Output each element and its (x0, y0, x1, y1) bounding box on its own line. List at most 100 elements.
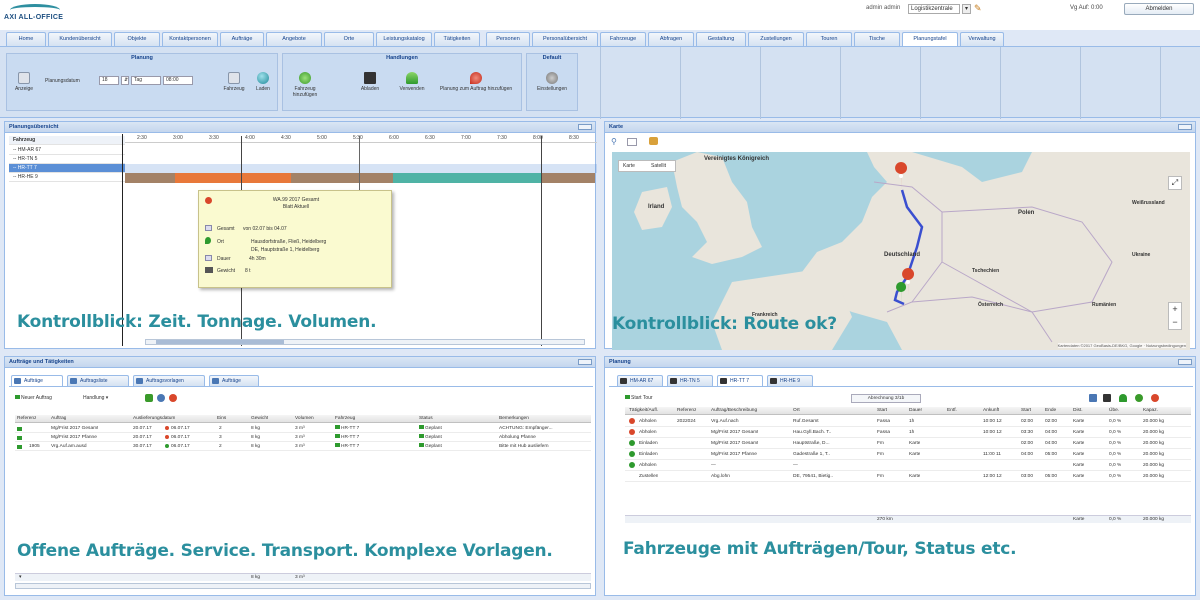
window-controls-icon[interactable] (578, 359, 592, 365)
tab-personaluebersicht[interactable]: Personalübersicht (532, 32, 598, 46)
fahrzeug-button[interactable]: Fahrzeug (221, 72, 247, 92)
tab-gestaltung[interactable]: Gestaltung (696, 32, 746, 46)
orders-scrollbar[interactable] (15, 583, 591, 589)
column-header[interactable]: Bemerkungen (499, 415, 529, 423)
subtab-vehicle[interactable]: HR-HE 9 (767, 375, 813, 386)
day-combo[interactable]: 18 (99, 76, 119, 85)
subtab-vehicle[interactable]: HM-AR 67 (617, 375, 663, 386)
new-order-button[interactable]: Neuer Auftrag (15, 395, 52, 401)
verwenden-button[interactable]: Verwenden (397, 72, 427, 92)
start-tour-button[interactable]: Start Tour (625, 395, 653, 401)
window-controls-icon[interactable] (1178, 124, 1192, 130)
planung-auftrag-button[interactable]: Planung zum Auftrag hinzufügen (433, 72, 519, 92)
table-row[interactable]: Abholen — — Karte 0,0 % 20.000 kg (625, 460, 1191, 471)
logout-button[interactable]: Abmelden (1124, 3, 1194, 15)
handlung-dropdown[interactable]: Handlung ▾ (83, 395, 108, 401)
check-icon[interactable] (1135, 394, 1143, 402)
column-header[interactable]: Dauer (909, 407, 922, 415)
column-header[interactable]: Start (877, 407, 887, 415)
scrollbar-thumb[interactable] (156, 340, 284, 344)
tab-orte[interactable]: Orte (324, 32, 374, 46)
column-header[interactable]: Ankunft (983, 407, 999, 415)
tab-zustellungen[interactable]: Zustellungen (748, 32, 804, 46)
column-header[interactable]: Referenz (677, 407, 696, 415)
table-row[interactable]: Abholen 2022024 Vrg.Auf.nach Ruf.Gesamt Fass… (625, 416, 1191, 427)
tab-verwaltung[interactable]: Verwaltung (960, 32, 1004, 46)
tab-objekte[interactable]: Objekte (114, 32, 160, 46)
time-combo[interactable]: 08:00 (163, 76, 193, 85)
delete-icon[interactable] (1151, 394, 1159, 402)
delete-icon[interactable] (169, 394, 177, 402)
table-row[interactable]: Mg/Frist 2017 Pfanne 20.07.17 06.07.17 3… (15, 433, 591, 442)
gantt-vehicle-row[interactable]: -- HM-AR 67 (9, 146, 125, 155)
subtab-vehicle[interactable]: HR-TN 5 (667, 375, 713, 386)
gantt-vehicle-row[interactable]: -- HR-HE 9 (9, 173, 125, 182)
gantt-bar-loading[interactable] (175, 173, 291, 183)
subtab-auftragsliste[interactable]: Auftragsliste (67, 375, 129, 386)
window-controls-icon[interactable] (1178, 359, 1192, 365)
column-header[interactable]: Referenz (17, 415, 36, 423)
column-header[interactable]: Start (1021, 407, 1031, 415)
column-header[interactable]: Dist. (1073, 407, 1083, 415)
table-row[interactable]: 1905 Vrg.Auf.am.ausd 30.07.17 06.07.17 2… (15, 442, 591, 451)
subtab-auftraege-2[interactable]: Aufträge (209, 375, 259, 386)
tab-fahrzeuge[interactable]: Fahrzeuge (600, 32, 646, 46)
column-header[interactable]: Volumen (295, 415, 314, 423)
column-header[interactable]: Eins (217, 415, 226, 423)
app-logo[interactable]: AXI ALL-OFFICE (4, 4, 66, 24)
gantt-bar-driving[interactable] (125, 173, 175, 183)
column-header[interactable]: Status (419, 415, 433, 423)
arrows-icon[interactable]: ⇵ (121, 76, 129, 85)
up-icon[interactable] (1089, 394, 1097, 402)
column-header[interactable]: Fahrzeug (335, 415, 355, 423)
tab-taetigkeiten[interactable]: Tätigkeiten (434, 32, 480, 46)
gantt-bar-driving[interactable] (541, 173, 595, 183)
einstellungen-button[interactable]: Einstellungen (529, 72, 575, 92)
gantt-vehicle-row-selected[interactable]: -- HR-TT 7 (9, 164, 125, 173)
billing-select[interactable]: Abrechnung 3/1b (851, 394, 921, 403)
subtab-auftraege[interactable]: Aufträge (11, 375, 63, 386)
folder-icon[interactable] (649, 137, 658, 145)
zoom-in-button[interactable]: + (1169, 303, 1181, 316)
tab-home[interactable]: Home (6, 32, 46, 46)
column-header[interactable]: Ende (1045, 407, 1056, 415)
tab-planungstafel[interactable]: Planungstafel (902, 32, 958, 46)
column-header[interactable]: Übe. (1109, 407, 1119, 415)
column-header[interactable]: Auslieferungsdatum (133, 415, 175, 423)
column-header[interactable]: Kapaz. (1143, 407, 1158, 415)
gantt-scrollbar[interactable] (145, 339, 585, 345)
subtab-auftragsvorlagen[interactable]: Auftragsvorlagen (133, 375, 205, 386)
refresh-icon[interactable] (145, 394, 153, 402)
tab-personen[interactable]: Personen (486, 32, 530, 46)
tab-kontaktpersonen[interactable]: Kontaktpersonen (162, 32, 218, 46)
abladen-button[interactable]: Abladen (355, 72, 385, 92)
pencil-icon[interactable]: ✎ (974, 3, 982, 14)
chevron-down-icon[interactable]: ▾ (962, 4, 971, 14)
info-icon[interactable] (157, 394, 165, 402)
fahrzeug-hinzufuegen-button[interactable]: Fahrzeug hinzufügen (285, 72, 325, 98)
map-view[interactable]: Karte Satellit Vereinigtes Königreich Ir… (612, 152, 1190, 350)
stop-icon[interactable] (1103, 394, 1111, 402)
column-header[interactable]: Ort (793, 407, 800, 415)
gantt-vehicle-row[interactable]: -- HR-TN 5 (9, 155, 125, 164)
column-header[interactable]: Auftrag/Beschreibung (711, 407, 757, 415)
tab-auftraege[interactable]: Aufträge (220, 32, 264, 46)
flag-green-icon[interactable] (1119, 394, 1127, 402)
satellite-button[interactable]: Satellit (651, 161, 666, 171)
tab-angebote[interactable]: Angebote (266, 32, 322, 46)
column-header[interactable]: Entf. (947, 407, 957, 415)
column-header[interactable]: Tätigkeit/Aufl. (629, 407, 658, 415)
fullscreen-icon[interactable]: ⤢ (1168, 176, 1182, 190)
table-row[interactable]: Abholen Mg/Frist 2017 Gesamt Hau.Gyll.Bach… (625, 427, 1191, 438)
tab-kundenuebersicht[interactable]: Kundenübersicht (48, 32, 112, 46)
map-settings-icon[interactable] (627, 138, 637, 146)
table-row[interactable]: Einladen Mg/Frist 2017 Gesamt Hauptstraße,… (625, 438, 1191, 449)
table-row[interactable]: Mg/Frist 2017 Gesamt 20.07.17 06.07.17 2… (15, 424, 591, 433)
tab-leistungskatalog[interactable]: Leistungskatalog (376, 32, 432, 46)
unit-combo[interactable]: Tag (131, 76, 161, 85)
anzeige-button[interactable]: Anzeige (11, 72, 37, 92)
tab-touren[interactable]: Touren (806, 32, 852, 46)
filter-icon[interactable]: ▾ (19, 574, 21, 582)
map-type-button[interactable]: Karte (623, 161, 635, 171)
subtab-vehicle-active[interactable]: HR-TT 7 (717, 375, 763, 386)
